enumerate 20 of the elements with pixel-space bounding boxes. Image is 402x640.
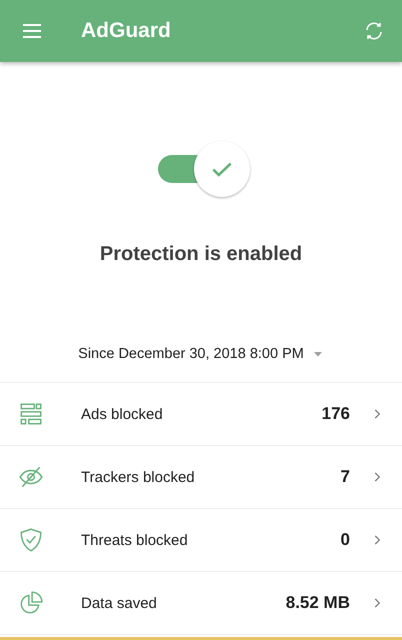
stat-value: 0 — [340, 530, 350, 550]
ads-layout-icon — [18, 401, 44, 427]
stat-row[interactable]: Data saved 8.52 MB — [0, 572, 402, 635]
protection-toggle[interactable] — [156, 140, 252, 198]
stat-row[interactable]: Trackers blocked 7 — [0, 446, 402, 509]
stat-value: 7 — [340, 467, 350, 487]
shield-check-icon — [18, 527, 44, 553]
stat-value: 8.52 MB — [286, 593, 350, 613]
stat-label: Ads blocked — [81, 406, 164, 422]
stat-label: Data saved — [81, 594, 158, 612]
stat-value: 176 — [322, 404, 350, 424]
stat-row[interactable]: Ads blocked 176 — [0, 383, 402, 446]
crossed-eye-icon — [18, 464, 44, 490]
stat-row[interactable]: Threats blocked 0 — [0, 509, 402, 572]
stat-label: Threats blocked — [81, 532, 189, 548]
app-title: AdGuard — [81, 19, 172, 43]
period-dropdown[interactable]: Since December 30, 2018 8:00 PM — [78, 340, 324, 368]
stat-label: Trackers blocked — [81, 468, 196, 486]
pie-chart-icon — [18, 590, 44, 616]
protection-status: Protection is enabled — [100, 243, 302, 266]
